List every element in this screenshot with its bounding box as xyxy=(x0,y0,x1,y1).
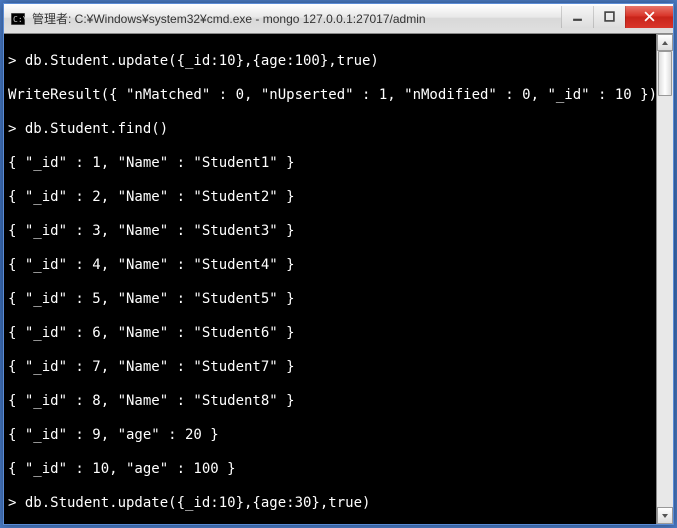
terminal-line: { "_id" : 10, "age" : 100 } xyxy=(8,461,652,478)
svg-text:C:\: C:\ xyxy=(13,15,25,24)
scroll-up-button[interactable] xyxy=(657,34,673,51)
terminal-line: { "_id" : 2, "Name" : "Student2" } xyxy=(8,189,652,206)
terminal-line: { "_id" : 4, "Name" : "Student4" } xyxy=(8,257,652,274)
terminal-line: > db.Student.update({_id:10},{age:30},tr… xyxy=(8,495,652,512)
terminal-line: { "_id" : 3, "Name" : "Student3" } xyxy=(8,223,652,240)
scroll-down-button[interactable] xyxy=(657,507,673,524)
terminal-line: { "_id" : 6, "Name" : "Student6" } xyxy=(8,325,652,342)
cmd-window: C:\ 管理者: C:¥Windows¥system32¥cmd.exe - m… xyxy=(3,3,674,525)
window-title: 管理者: C:¥Windows¥system32¥cmd.exe - mongo… xyxy=(32,10,561,27)
terminal-output[interactable]: > db.Student.update({_id:10},{age:100},t… xyxy=(4,34,656,524)
terminal-area: > db.Student.update({_id:10},{age:100},t… xyxy=(4,34,673,524)
terminal-line: > db.Student.update({_id:10},{age:100},t… xyxy=(8,53,652,70)
window-controls xyxy=(561,6,673,28)
vertical-scrollbar[interactable] xyxy=(656,34,673,524)
terminal-line: { "_id" : 8, "Name" : "Student8" } xyxy=(8,393,652,410)
scrollbar-track[interactable] xyxy=(657,51,673,507)
scrollbar-thumb[interactable] xyxy=(658,51,672,96)
terminal-line: > db.Student.find() xyxy=(8,121,652,138)
minimize-button[interactable] xyxy=(561,6,593,28)
terminal-line: { "_id" : 1, "Name" : "Student1" } xyxy=(8,155,652,172)
titlebar[interactable]: C:\ 管理者: C:¥Windows¥system32¥cmd.exe - m… xyxy=(4,4,673,34)
terminal-line: { "_id" : 5, "Name" : "Student5" } xyxy=(8,291,652,308)
cmd-icon: C:\ xyxy=(10,12,26,26)
terminal-line: WriteResult({ "nMatched" : 0, "nUpserted… xyxy=(8,87,652,104)
terminal-line: { "_id" : 9, "age" : 20 } xyxy=(8,427,652,444)
maximize-button[interactable] xyxy=(593,6,625,28)
terminal-line: { "_id" : 7, "Name" : "Student7" } xyxy=(8,359,652,376)
close-button[interactable] xyxy=(625,6,673,28)
